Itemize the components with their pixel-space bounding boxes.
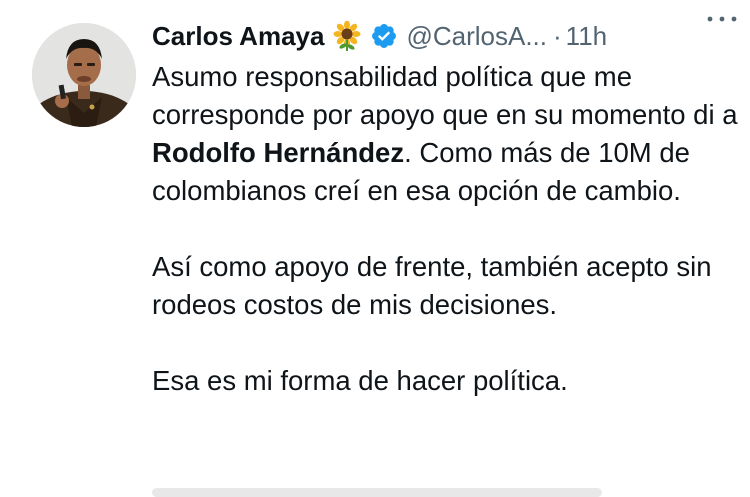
tweet-header: Carlos Amaya @CarlosA... · 11h bbox=[152, 16, 742, 56]
timestamp[interactable]: 11h bbox=[566, 21, 607, 52]
tweet-text: Asumo responsabilidad política que me co… bbox=[152, 58, 742, 438]
more-horizontal-icon[interactable] bbox=[702, 6, 742, 32]
tweet-paragraph: Asumo responsabilidad política que me co… bbox=[152, 58, 742, 210]
tweet-paragraph: Esa es mi forma de hacer política. bbox=[152, 365, 568, 396]
cut-off-content bbox=[152, 488, 602, 497]
tweet-paragraph: Así como apoyo de frente, también acepto… bbox=[152, 251, 712, 320]
separator-dot: · bbox=[553, 20, 562, 51]
author-name[interactable]: Carlos Amaya bbox=[152, 21, 324, 52]
verified-icon bbox=[370, 22, 398, 50]
sunflower-icon bbox=[332, 20, 362, 51]
author-handle[interactable]: @CarlosA... bbox=[406, 21, 547, 52]
mention-name: Rodolfo Hernández bbox=[152, 137, 405, 168]
avatar[interactable] bbox=[32, 23, 136, 127]
tweet[interactable]: Carlos Amaya @CarlosA... · 11h Asumo res… bbox=[0, 0, 750, 497]
paragraph-text: Asumo responsabilidad política que me co… bbox=[152, 61, 738, 130]
